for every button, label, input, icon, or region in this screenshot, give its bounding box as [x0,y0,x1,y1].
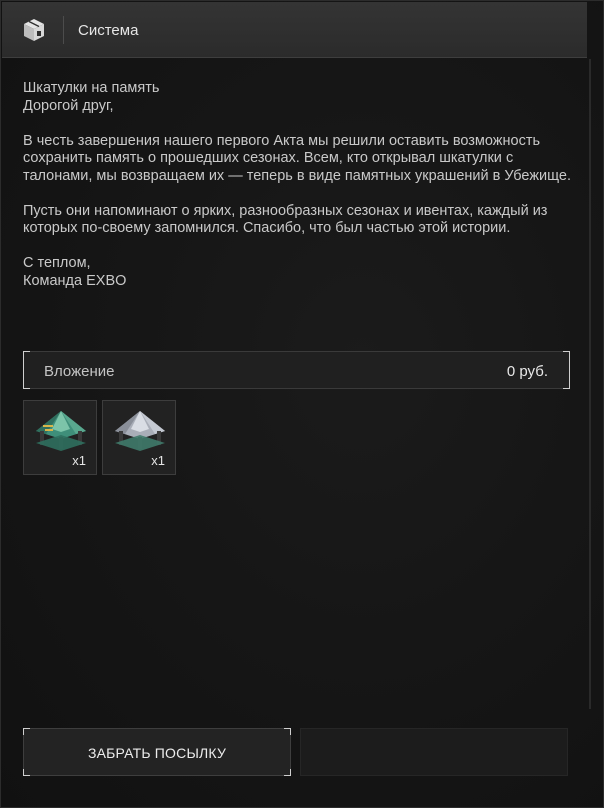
green-gazebo-icon [36,411,86,451]
letter-subject: Шкатулки на память [23,80,160,96]
empty-button-slot [300,728,568,776]
letter-paragraph: В честь завершения нашего первого Акта м… [23,132,571,184]
item-quantity: x1 [72,453,86,468]
mail-window: Система Шкатулки на память Дорогой друг,… [0,0,604,808]
letter-greeting: Дорогой друг, [23,97,114,114]
attachment-amount: 0 руб. [506,363,548,380]
header-divider [63,16,64,44]
claim-package-button[interactable]: ЗАБРАТЬ ПОСЫЛКУ [23,728,291,776]
item-slot-1[interactable]: x1 [23,400,97,475]
letter-closing: С теплом, [23,255,91,271]
letter-body: Шкатулки на память Дорогой друг, В честь… [23,80,573,290]
claim-package-label: ЗАБРАТЬ ПОСЫЛКУ [87,745,227,761]
attachment-bar: Вложение 0 руб. [23,351,570,389]
mailbox-cube-icon [20,16,48,44]
grey-gazebo-icon [115,411,165,451]
window-title: Система [78,22,139,39]
attachment-label: Вложение [44,363,115,380]
item-slot-2[interactable]: x1 [102,400,176,475]
scrollbar-track[interactable] [589,59,591,709]
letter-paragraph: Пусть они напоминают о ярких, разнообраз… [23,202,548,237]
window-header: Система [2,2,587,58]
letter-signature: Команда EXBO [23,272,127,289]
item-quantity: x1 [151,453,165,468]
